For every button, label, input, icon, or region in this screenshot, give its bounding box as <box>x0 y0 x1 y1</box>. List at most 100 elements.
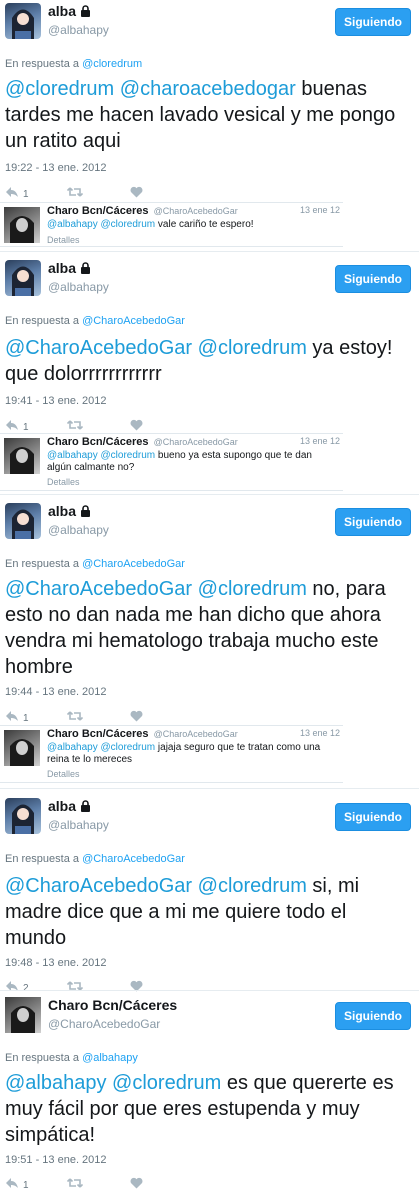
user-handle[interactable]: @albahapy <box>48 280 109 294</box>
divider <box>0 788 419 789</box>
reply-to-link[interactable]: @CharoAcebedoGar <box>82 558 185 570</box>
mention-link[interactable]: @charoacebedogar <box>120 78 296 100</box>
like-icon <box>130 1176 143 1194</box>
tweet-text: @CharoAcebedoGar @cloredrum ya estoy! qu… <box>5 337 393 385</box>
tweet-text: @CharoAcebedoGar @cloredrum no, para est… <box>5 578 386 678</box>
quoted-user-name[interactable]: Charo Bcn/Cáceres @CharoAcebedoGar <box>47 205 238 217</box>
quoted-date: 13 ene 12 <box>299 205 340 215</box>
user-handle[interactable]: @CharoAcebedoGar <box>48 1017 160 1031</box>
user-handle[interactable]: @albahapy <box>48 523 109 537</box>
divider <box>0 990 419 991</box>
retweet-action[interactable] <box>66 185 87 203</box>
mention-link[interactable]: @albahapy <box>47 450 98 461</box>
mention-link[interactable]: @cloredrum <box>5 78 114 100</box>
retweet-action[interactable] <box>66 1176 87 1194</box>
divider <box>0 494 419 495</box>
user-name[interactable]: alba <box>48 503 91 520</box>
mention-link[interactable]: @cloredrum <box>198 578 307 600</box>
reply-count: 1 <box>23 712 29 724</box>
reply-action[interactable]: 1 <box>5 185 29 203</box>
tweet-header: alba @albahapy Siguiendo <box>0 257 419 301</box>
avatar[interactable] <box>5 3 41 39</box>
reply-icon <box>5 185 19 203</box>
mention-link[interactable]: @albahapy <box>5 1072 106 1094</box>
timestamp[interactable]: 19:44 - 13 ene. 2012 <box>5 686 107 698</box>
tweet-text: @albahapy @cloredrum es que quererte es … <box>5 1072 394 1146</box>
quoted-text: @albahapy @cloredrum vale cariño te espe… <box>47 219 254 230</box>
avatar[interactable] <box>4 207 40 243</box>
in-reply-to: En respuesta a @albahapy <box>5 1052 138 1064</box>
like-action[interactable] <box>130 185 143 203</box>
in-reply-to: En respuesta a @CharoAcebedoGar <box>5 853 185 865</box>
quoted-tweet[interactable]: Charo Bcn/Cáceres @CharoAcebedoGar 13 en… <box>0 433 343 491</box>
following-button[interactable]: Siguiendo <box>335 803 411 831</box>
timestamp[interactable]: 19:41 - 13 ene. 2012 <box>5 395 107 407</box>
following-button[interactable]: Siguiendo <box>335 8 411 36</box>
quoted-user-handle: @CharoAcebedoGar <box>153 206 238 216</box>
lock-icon <box>80 4 91 20</box>
quoted-tweet[interactable]: Charo Bcn/Cáceres @CharoAcebedoGar 13 en… <box>0 725 343 783</box>
quoted-text: @albahapy @cloredrum bueno ya esta supon… <box>47 450 312 473</box>
avatar[interactable] <box>4 438 40 474</box>
reply-to-link[interactable]: @cloredrum <box>82 58 142 70</box>
quoted-user-name[interactable]: Charo Bcn/Cáceres @CharoAcebedoGar <box>47 728 238 740</box>
user-handle[interactable]: @albahapy <box>48 23 109 37</box>
retweet-icon <box>66 185 84 203</box>
mention-link[interactable]: @albahapy <box>47 742 98 753</box>
timestamp[interactable]: 19:22 - 13 ene. 2012 <box>5 162 107 174</box>
timestamp[interactable]: 19:48 - 13 ene. 2012 <box>5 957 107 969</box>
avatar[interactable] <box>5 798 41 834</box>
mention-link[interactable]: @cloredrum <box>101 450 156 461</box>
user-name[interactable]: Charo Bcn/Cáceres <box>48 997 177 1013</box>
mention-link[interactable]: @cloredrum <box>198 337 307 359</box>
tweet-actions: 1 <box>5 1176 165 1192</box>
tweet-text: @cloredrum @charoacebedogar buenas tarde… <box>5 78 396 152</box>
following-button[interactable]: Siguiendo <box>335 508 411 536</box>
tweet-actions: 2 <box>5 979 165 995</box>
avatar[interactable] <box>5 997 41 1033</box>
details-link[interactable]: Detalles <box>47 235 80 245</box>
mention-link[interactable]: @cloredrum <box>101 742 156 753</box>
retweet-icon <box>66 1176 84 1194</box>
mention-link[interactable]: @CharoAcebedoGar <box>5 875 192 897</box>
mention-link[interactable]: @CharoAcebedoGar <box>5 578 192 600</box>
reply-action[interactable]: 1 <box>5 1176 29 1194</box>
user-name[interactable]: alba <box>48 798 91 815</box>
tweet-actions: 1 <box>5 185 165 201</box>
tweet-actions: 1 <box>5 418 165 434</box>
reply-to-link[interactable]: @albahapy <box>82 1052 138 1064</box>
avatar[interactable] <box>4 730 40 766</box>
user-name[interactable]: alba <box>48 260 91 277</box>
user-handle[interactable]: @albahapy <box>48 818 109 832</box>
reply-count: 1 <box>23 1179 29 1191</box>
details-link[interactable]: Detalles <box>47 477 80 487</box>
mention-link[interactable]: @cloredrum <box>101 219 156 230</box>
mention-link[interactable]: @cloredrum <box>112 1072 221 1094</box>
tweet-header: alba @albahapy Siguiendo <box>0 795 419 839</box>
in-reply-to: En respuesta a @cloredrum <box>5 58 143 70</box>
reply-to-link[interactable]: @CharoAcebedoGar <box>82 853 185 865</box>
like-icon <box>130 185 143 203</box>
in-reply-to: En respuesta a @CharoAcebedoGar <box>5 558 185 570</box>
quoted-user-name[interactable]: Charo Bcn/Cáceres @CharoAcebedoGar <box>47 436 238 448</box>
following-button[interactable]: Siguiendo <box>335 265 411 293</box>
like-action[interactable] <box>130 1176 143 1194</box>
mention-link[interactable]: @CharoAcebedoGar <box>5 337 192 359</box>
user-name[interactable]: alba <box>48 3 91 20</box>
reply-to-link[interactable]: @CharoAcebedoGar <box>82 315 185 327</box>
details-link[interactable]: Detalles <box>47 769 80 779</box>
quoted-tweet[interactable]: Charo Bcn/Cáceres @CharoAcebedoGar 13 en… <box>0 202 343 247</box>
timestamp[interactable]: 19:51 - 13 ene. 2012 <box>5 1154 107 1166</box>
avatar[interactable] <box>5 503 41 539</box>
reply-icon <box>5 1176 19 1194</box>
mention-link[interactable]: @albahapy <box>47 219 98 230</box>
tweet-text: @CharoAcebedoGar @cloredrum si, mi madre… <box>5 875 360 949</box>
tweet-header: alba @albahapy Siguiendo <box>0 500 419 544</box>
avatar[interactable] <box>5 260 41 296</box>
reply-count: 2 <box>23 982 29 994</box>
following-button[interactable]: Siguiendo <box>335 1002 411 1030</box>
mention-link[interactable]: @cloredrum <box>198 875 307 897</box>
lock-icon <box>80 799 91 815</box>
tweet-header: Charo Bcn/Cáceres @CharoAcebedoGar Sigui… <box>0 994 419 1038</box>
quoted-user-handle: @CharoAcebedoGar <box>153 729 238 739</box>
